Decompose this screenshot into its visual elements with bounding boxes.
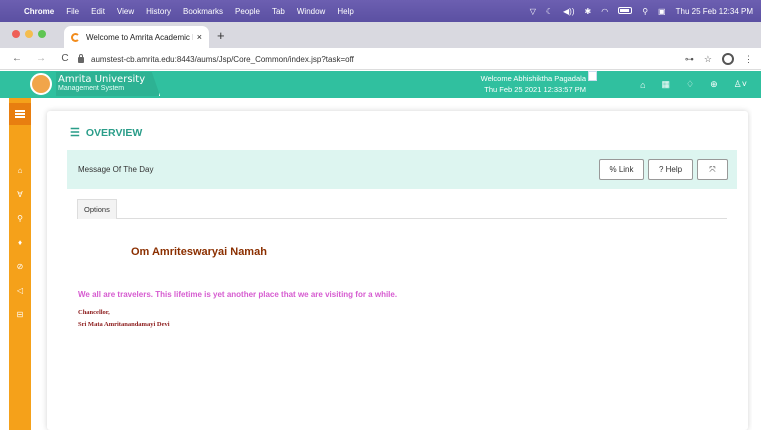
scrollbar[interactable] <box>752 98 761 430</box>
spotlight-icon[interactable]: ⚲ <box>642 7 648 16</box>
new-tab-button[interactable]: + <box>217 28 225 43</box>
greeting-text: Om Amriteswaryai Namah <box>131 246 267 258</box>
menu-bookmarks[interactable]: Bookmarks <box>183 7 223 16</box>
welcome-block: Welcome Abhishiktha Pagadala Thu Feb 25 … <box>481 73 586 95</box>
apps-grid-icon[interactable]: ▦ <box>662 79 671 90</box>
window-controls <box>12 30 51 38</box>
user-menu-icon[interactable]: ♙˅ <box>734 79 747 90</box>
message-of-the-day-bar: Message Of The Day % Link ? Help ⤧ <box>67 150 737 189</box>
profile-image[interactable] <box>588 71 597 81</box>
menu-window[interactable]: Window <box>297 7 325 16</box>
address-bar[interactable]: aumstest-cb.amrita.edu:8443/aums/Jsp/Cor… <box>78 50 678 68</box>
url-text: aumstest-cb.amrita.edu:8443/aums/Jsp/Cor… <box>91 54 354 64</box>
clock[interactable]: Thu 25 Feb 12:34 PM <box>676 7 753 16</box>
signature-name: Sri Mata Amritanandamayi Devi <box>78 321 170 328</box>
page-title: ☰ OVERVIEW <box>70 126 143 140</box>
app-header: Amrita University Management System Welc… <box>0 71 761 98</box>
sidebar-send-icon[interactable]: ◁ <box>9 286 31 295</box>
tabs-row: Options <box>77 199 727 219</box>
sidebar-tools-icon[interactable]: ⚲ <box>9 214 31 223</box>
welcome-user: Welcome Abhishiktha Pagadala <box>480 74 586 83</box>
menu-history[interactable]: History <box>146 7 171 16</box>
quote-text: We all are travelers. This lifetime is y… <box>78 290 398 299</box>
loading-spinner-icon <box>71 32 80 42</box>
reload-button[interactable]: C <box>58 53 72 64</box>
left-sidebar: ⌂ ∀ ⚲ ♦ ⊘ ◁ ⊟ <box>9 98 31 430</box>
bookmark-star-icon[interactable]: ☆ <box>704 54 712 65</box>
toolbar-actions: ⊶ ☆ ⋮ <box>675 48 753 70</box>
vpn-icon[interactable]: ▽ <box>530 7 536 16</box>
menu-tab[interactable]: Tab <box>272 7 285 16</box>
menu-file[interactable]: File <box>66 7 79 16</box>
sidebar-cart-icon[interactable]: ∀ <box>9 190 31 199</box>
phone-icon[interactable]: ☾ <box>546 7 553 16</box>
home-icon[interactable]: ⌂ <box>640 80 645 90</box>
header-actions: ⌂ ▦ ♢ ⊕ ♙˅ <box>624 71 747 98</box>
sidebar-briefcase-icon[interactable]: ⊟ <box>9 310 31 319</box>
zoom-window-button[interactable] <box>38 30 46 38</box>
status-area: ▽ ☾ ◀)) ✱ ◠ ⚲ ▣ Thu 25 Feb 12:34 PM <box>520 0 753 22</box>
lock-icon[interactable] <box>78 54 84 63</box>
close-window-button[interactable] <box>12 30 20 38</box>
tab-title: Welcome to Amrita Academic I <box>86 32 193 42</box>
help-button[interactable]: ? Help <box>648 159 693 180</box>
list-icon: ☰ <box>70 127 80 139</box>
os-menubar: Chrome File Edit View History Bookmarks … <box>0 0 761 22</box>
page-left-edge <box>0 98 9 430</box>
sidebar-block-icon[interactable]: ⊘ <box>9 262 31 271</box>
overview-title: OVERVIEW <box>85 126 143 139</box>
password-key-icon[interactable]: ⊶ <box>685 54 694 65</box>
browser-toolbar: ← → C aumstest-cb.amrita.edu:8443/aums/J… <box>0 48 761 70</box>
motd-title: Message Of The Day <box>78 165 154 174</box>
menu-edit[interactable]: Edit <box>91 7 105 16</box>
tab-close-icon[interactable]: × <box>197 32 202 42</box>
hamburger-menu-icon[interactable] <box>9 103 31 125</box>
minimize-window-button[interactable] <box>25 30 33 38</box>
profile-avatar-icon[interactable] <box>722 53 734 65</box>
amrita-logo-icon[interactable] <box>30 73 52 95</box>
menu-chrome[interactable]: Chrome <box>24 7 54 16</box>
forward-button[interactable]: → <box>34 53 48 64</box>
sidebar-home-icon[interactable]: ⌂ <box>9 166 31 175</box>
welcome-datetime: Thu Feb 25 2021 12:33:57 PM <box>484 85 586 94</box>
link-button[interactable]: % Link <box>599 159 644 180</box>
app-logo[interactable]: Amrita University Management System <box>56 72 161 96</box>
notification-bell-icon[interactable]: ♢ <box>686 79 694 90</box>
sidebar-diamond-icon[interactable]: ♦ <box>9 238 31 247</box>
bluetooth-icon[interactable]: ✱ <box>585 7 592 16</box>
tab-strip: Welcome to Amrita Academic I × + <box>0 22 761 48</box>
logo-subtitle: Management System <box>58 85 125 92</box>
browser-tab[interactable]: Welcome to Amrita Academic I × <box>64 26 209 48</box>
menu-view[interactable]: View <box>117 7 134 16</box>
menu-help[interactable]: Help <box>337 7 353 16</box>
expand-button[interactable]: ⤧ <box>697 159 728 180</box>
browser-menu-icon[interactable]: ⋮ <box>744 54 753 65</box>
globe-icon[interactable]: ⊕ <box>710 79 718 90</box>
wifi-icon[interactable]: ◠ <box>601 7 608 16</box>
volume-icon[interactable]: ◀)) <box>563 7 574 16</box>
signature-title: Chancellor, <box>78 309 110 316</box>
menu-people[interactable]: People <box>235 7 260 16</box>
tab-options[interactable]: Options <box>77 199 117 219</box>
back-button[interactable]: ← <box>10 53 24 64</box>
logo-title: Amrita University <box>58 74 146 85</box>
control-center-icon[interactable]: ▣ <box>658 7 666 16</box>
battery-icon[interactable] <box>618 6 633 16</box>
